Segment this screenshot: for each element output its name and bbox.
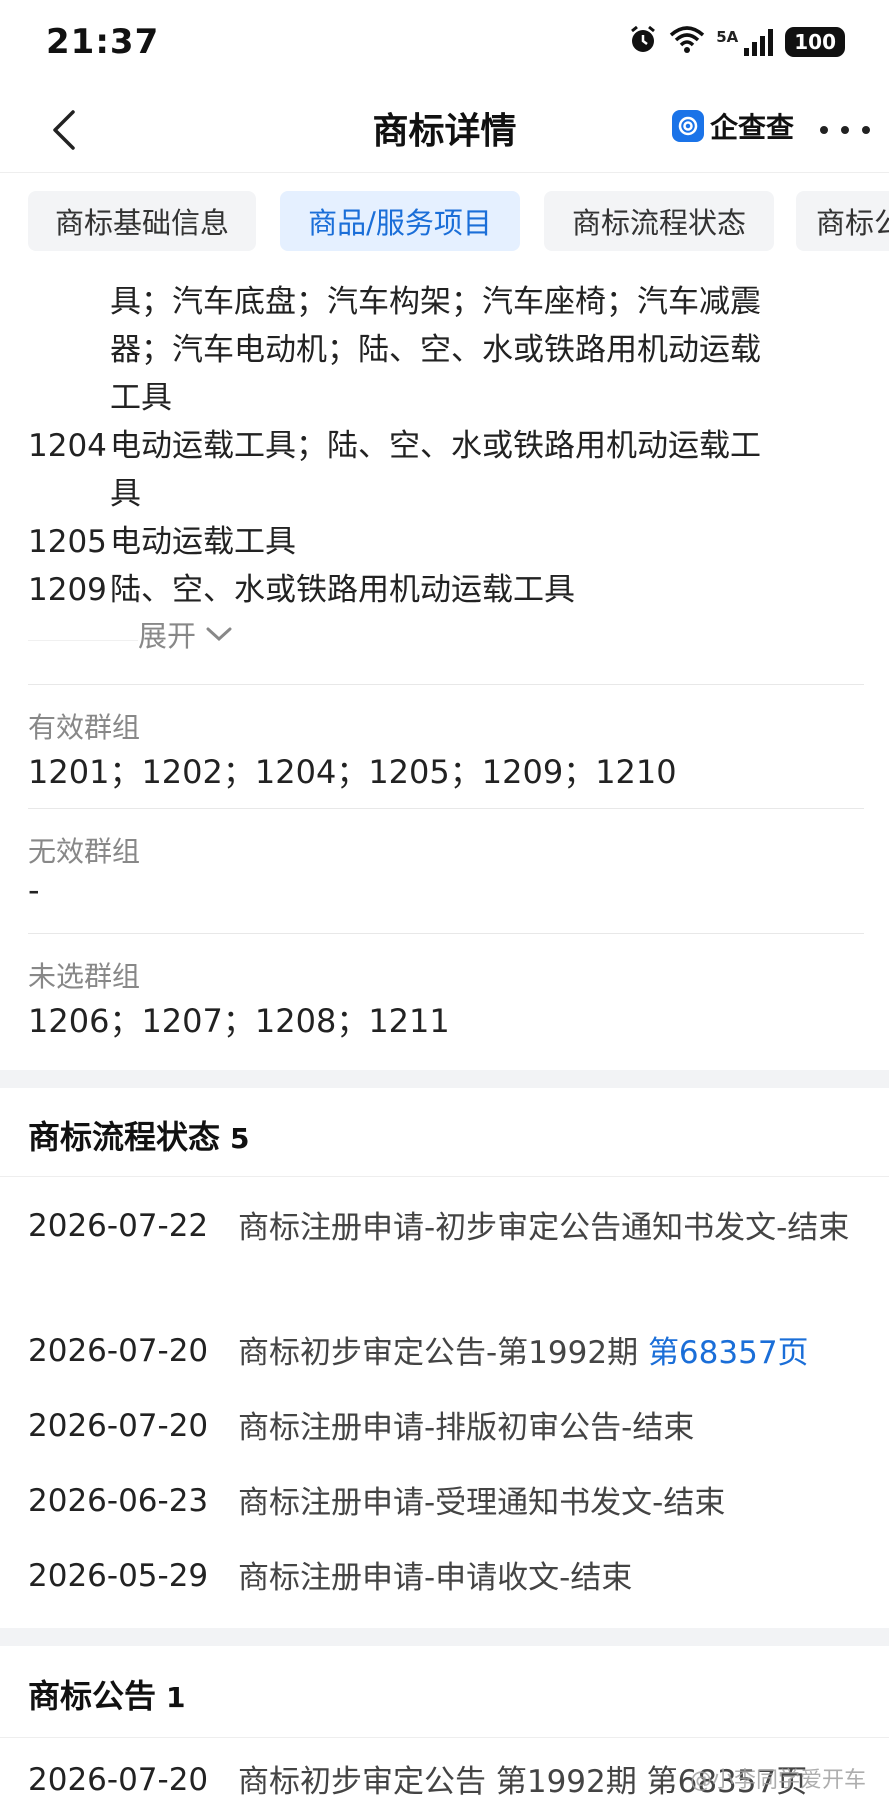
process-text: 商标注册申请-受理通知书发文-结束: [238, 1485, 726, 1521]
invalid-group-value: -: [28, 871, 40, 909]
divider: [0, 1737, 889, 1738]
unselected-group-value: 1206；1207；1208；1211: [28, 1002, 450, 1040]
class-code: 1209: [28, 572, 107, 608]
expand-label: 展开: [138, 619, 197, 653]
tab-goods-services[interactable]: 商品/服务项目: [280, 191, 520, 251]
goods-text: 具；汽车底盘；汽车构架；汽车座椅；汽车减震: [110, 284, 761, 320]
class-code: [0, 270, 110, 278]
process-count: 5: [230, 1122, 250, 1155]
process-section-title: 商标流程状态 5: [28, 1112, 250, 1158]
goods-text: 电动运载工具: [110, 524, 296, 560]
status-icons: 5A 100: [628, 24, 845, 60]
divider: [28, 933, 864, 934]
list-item: 具；汽车底盘；汽车构架；汽车座椅；汽车减震: [0, 278, 889, 326]
alarm-icon: [628, 25, 658, 59]
watermark: @小李同学爱开车: [690, 1768, 867, 1793]
list-item: 1205 电动运载工具: [0, 518, 889, 566]
divider: [0, 1176, 889, 1177]
list-item: 汽车发动机；汽车；汽车用减震器；电动运载工: [0, 270, 889, 278]
unselected-group-label: 未选群组: [28, 960, 141, 993]
divider: [28, 684, 864, 685]
goods-text: 工具: [110, 380, 172, 416]
more-dot-icon: [841, 126, 849, 134]
nav-bar: 商标详情 企查查: [0, 88, 889, 172]
announcement-title-text: 商标公告: [28, 1677, 157, 1715]
process-date: 2026-07-20: [28, 1408, 209, 1444]
process-text: 商标注册申请-排版初审公告-结束: [238, 1410, 695, 1446]
process-text: 商标注册申请-申请收文-结束: [238, 1560, 633, 1596]
section-separator: [0, 1628, 889, 1646]
goods-text: 汽车发动机；汽车；汽车用减震器；电动运载工: [110, 270, 858, 278]
valid-group-label: 有效群组: [28, 711, 141, 744]
process-date: 2026-06-23: [28, 1483, 209, 1519]
chevron-down-icon: [206, 627, 232, 642]
list-item: 具: [0, 470, 889, 518]
process-text: 商标注册申请-初步审定公告通知书发文-结束: [238, 1210, 850, 1246]
list-item: 工具: [0, 374, 889, 422]
class-code: [0, 470, 110, 518]
back-button[interactable]: [34, 98, 94, 162]
list-item: 1209 陆、空、水或铁路用机动运载工具: [0, 566, 889, 614]
class-code: [0, 374, 110, 422]
section-tabs: 商标基础信息 商品/服务项目 商标流程状态 商标公: [0, 172, 889, 270]
process-title-text: 商标流程状态: [28, 1118, 221, 1156]
announcement-page-link[interactable]: 第68357页: [648, 1335, 809, 1371]
announcement-count: 1: [166, 1681, 186, 1714]
tab-basic-info[interactable]: 商标基础信息: [28, 191, 256, 251]
class-code: [0, 278, 110, 326]
status-time: 21:37: [46, 22, 160, 62]
list-item: 1204 电动运载工具；陆、空、水或铁路用机动运载工: [0, 422, 889, 470]
chevron-left-icon: [53, 110, 75, 150]
goods-services-list: 汽车发动机；汽车；汽车用减震器；电动运载工 具；汽车底盘；汽车构架；汽车座椅；汽…: [0, 270, 889, 680]
network-type-label: 5A: [716, 28, 739, 46]
trademark-detail-page: 21:37 5A 100 商标详情 企查查 商标基础信息 商品/服务项目 商标流…: [0, 0, 889, 1798]
expand-button[interactable]: 展开: [138, 613, 232, 655]
process-date: 2026-07-22: [28, 1208, 209, 1244]
wifi-icon: [668, 25, 706, 59]
class-code: 1205: [28, 524, 107, 560]
class-code: 1204: [28, 428, 107, 464]
invalid-group-label: 无效群组: [28, 835, 141, 868]
class-code: [0, 326, 110, 374]
announcement-section-title: 商标公告 1: [28, 1671, 186, 1717]
more-dot-icon: [862, 126, 870, 134]
process-date: 2026-07-20: [28, 1333, 209, 1369]
goods-text: 陆、空、水或铁路用机动运载工具: [110, 572, 575, 608]
divider: [28, 640, 138, 641]
valid-group-value: 1201；1202；1204；1205；1209；1210: [28, 753, 677, 791]
brand-button[interactable]: 企查查: [672, 106, 794, 146]
process-text: 商标初步审定公告-第1992期 第68357页: [238, 1335, 809, 1371]
goods-text: 具: [110, 476, 141, 512]
brand-logo-icon: [672, 110, 704, 142]
announcement-date: 2026-07-20: [28, 1762, 209, 1798]
tab-process-status[interactable]: 商标流程状态: [544, 191, 774, 251]
section-separator: [0, 1070, 889, 1088]
battery-indicator: 100: [785, 27, 845, 57]
list-item: 器；汽车电动机；陆、空、水或铁路用机动运载: [0, 326, 889, 374]
divider: [28, 808, 864, 809]
goods-text: 电动运载工具；陆、空、水或铁路用机动运载工: [110, 428, 761, 464]
cellular-signal-icon: 5A: [716, 28, 775, 56]
tab-announcement[interactable]: 商标公: [796, 191, 889, 251]
more-dot-icon: [820, 126, 828, 134]
goods-text: 器；汽车电动机；陆、空、水或铁路用机动运载: [110, 332, 761, 368]
brand-name: 企查查: [710, 111, 795, 144]
process-date: 2026-05-29: [28, 1558, 209, 1594]
status-bar: 21:37 5A 100: [0, 0, 889, 88]
more-options-button[interactable]: [820, 116, 870, 144]
